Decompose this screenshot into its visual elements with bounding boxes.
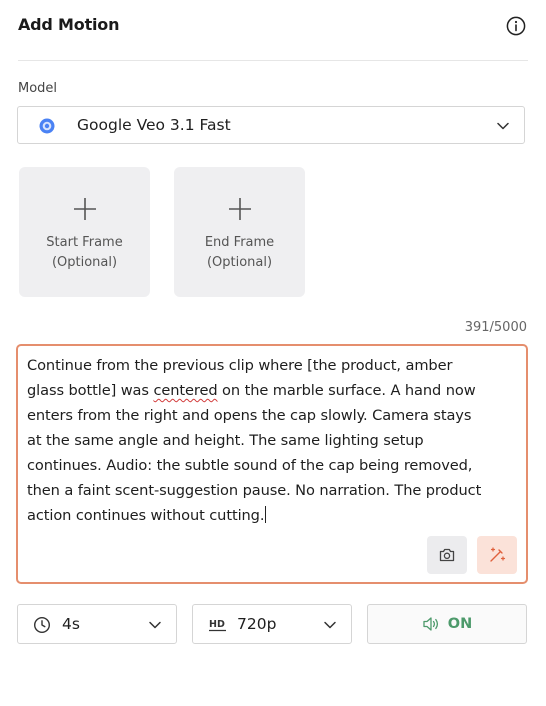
veo-logo-icon: [39, 118, 55, 134]
camera-button[interactable]: [427, 536, 467, 574]
chevron-down-icon: [149, 621, 161, 629]
clock-icon: [33, 616, 51, 634]
magic-wand-icon: [490, 547, 506, 562]
model-label: Model: [18, 81, 58, 96]
info-icon[interactable]: [506, 16, 526, 36]
end-frame-title: End Frame: [204, 235, 275, 250]
end-frame-optional: (Optional): [206, 255, 273, 270]
resolution-select[interactable]: HD 720p: [192, 604, 352, 644]
hd-icon: HD: [209, 619, 226, 632]
prompt-line-segment: on the marble surface. A hand now: [217, 382, 476, 399]
prompt-line-segment: action continues without cutting.: [27, 507, 265, 524]
audio-status: ON: [447, 616, 473, 632]
plus-icon: [74, 198, 96, 220]
prompt-line: Continue from the previous clip where [t…: [27, 357, 453, 374]
speaker-icon: [423, 617, 438, 631]
start-frame-upload[interactable]: Start Frame (Optional): [19, 167, 150, 297]
plus-icon: [229, 198, 251, 220]
prompt-line: action continues without cutting.: [27, 503, 521, 528]
enhance-prompt-button[interactable]: [477, 536, 517, 574]
duration-select[interactable]: 4s: [17, 604, 177, 644]
camera-icon: [439, 548, 455, 562]
panel-header: Add Motion: [18, 0, 528, 61]
prompt-text: Continue from the previous clip where [t…: [27, 353, 521, 528]
audio-toggle[interactable]: ON: [367, 604, 527, 644]
character-counter: 391/5000: [464, 320, 527, 335]
model-select[interactable]: Google Veo 3.1 Fast: [17, 106, 525, 144]
chevron-down-icon: [497, 122, 509, 130]
duration-value: 4s: [62, 615, 80, 633]
model-value: Google Veo 3.1 Fast: [77, 116, 231, 134]
resolution-value: 720p: [237, 615, 277, 633]
prompt-line: then a faint scent-suggestion pause. No …: [27, 482, 482, 499]
svg-text:HD: HD: [209, 619, 225, 630]
start-frame-label: Start Frame (Optional): [19, 233, 150, 273]
end-frame-upload[interactable]: End Frame (Optional): [174, 167, 305, 297]
prompt-line-segment: glass bottle] was: [27, 382, 154, 399]
panel-title: Add Motion: [18, 15, 120, 34]
chevron-down-icon: [324, 621, 336, 629]
audio-toggle-content: ON: [368, 605, 526, 643]
prompt-line: enters from the right and opens the cap …: [27, 407, 472, 424]
prompt-line: at the same angle and height. The same l…: [27, 432, 424, 449]
end-frame-label: End Frame (Optional): [174, 233, 305, 273]
start-frame-title: Start Frame: [46, 235, 123, 250]
spellcheck-word: centered: [153, 382, 218, 399]
text-caret: [265, 506, 267, 523]
prompt-line: continues. Audio: the subtle sound of th…: [27, 457, 473, 474]
prompt-textarea[interactable]: Continue from the previous clip where [t…: [16, 344, 528, 584]
start-frame-optional: (Optional): [51, 255, 118, 270]
prompt-line: glass bottle] was centered on the marble…: [27, 378, 521, 403]
